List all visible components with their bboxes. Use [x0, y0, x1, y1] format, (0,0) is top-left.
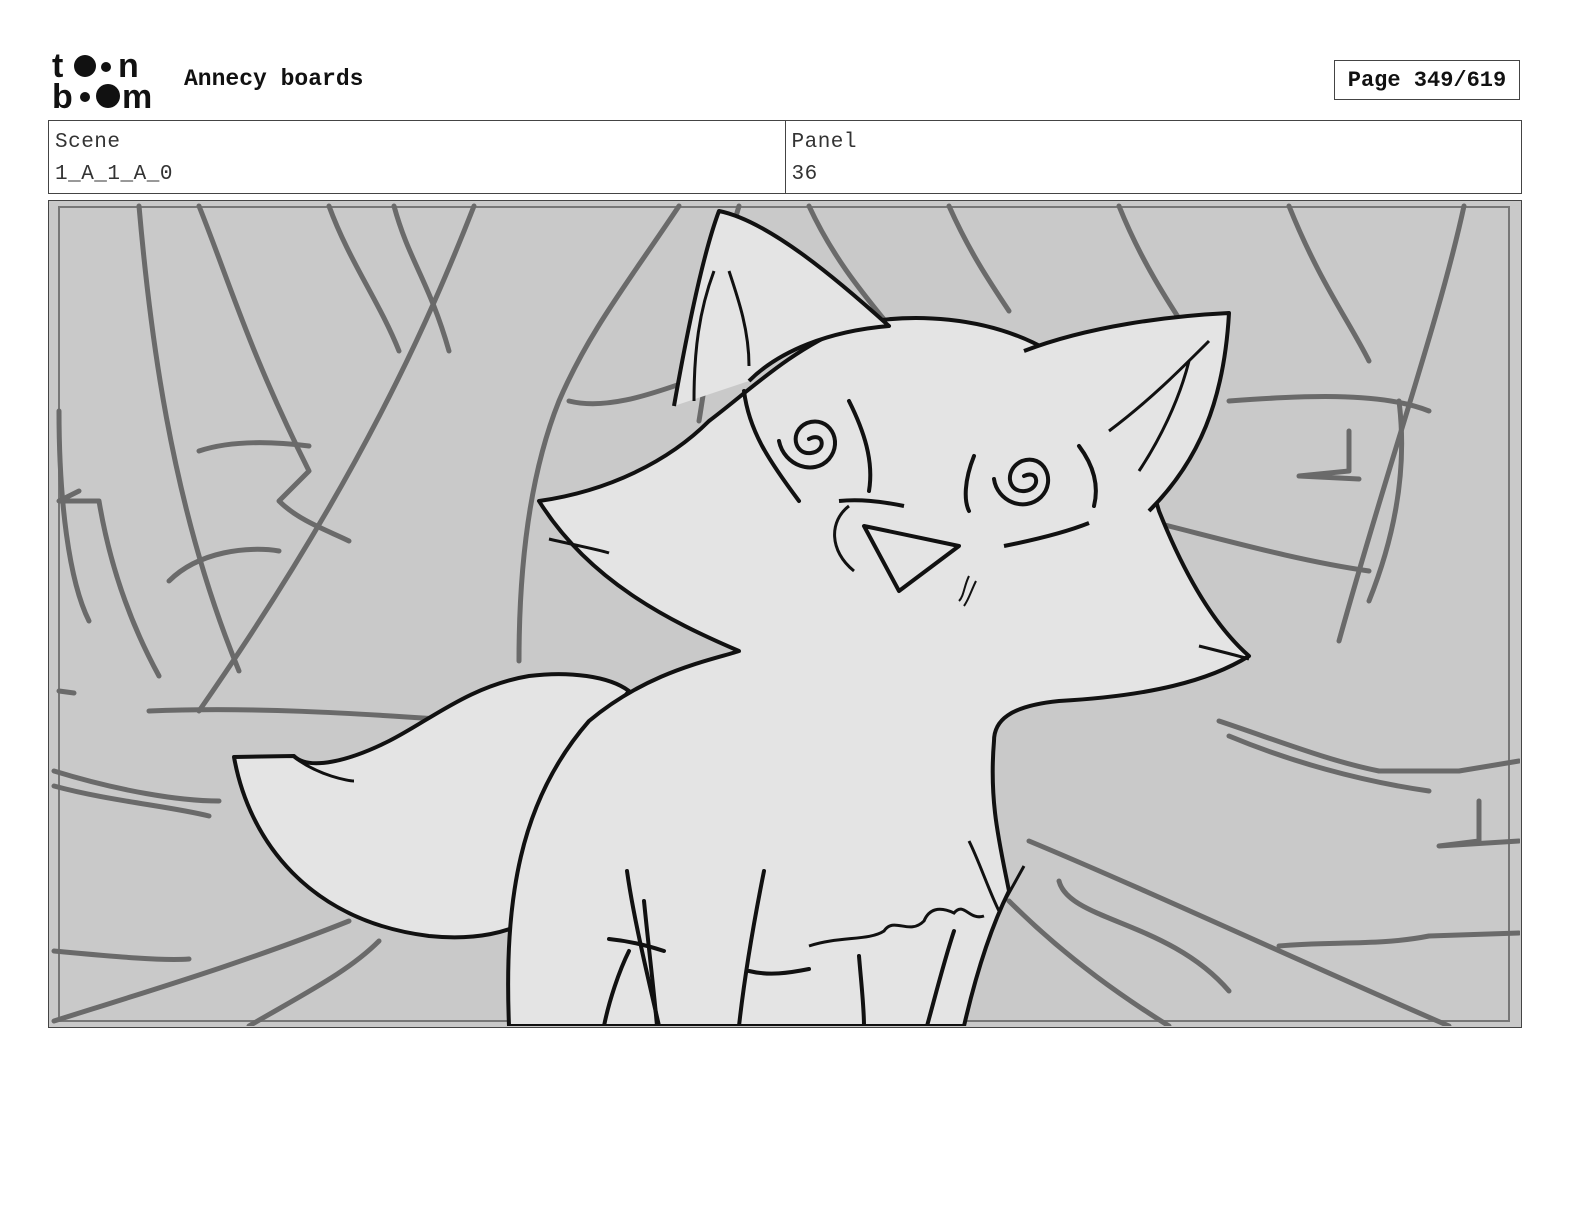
svg-text:b: b [52, 78, 73, 112]
panel-cell: Panel 36 [784, 121, 1522, 193]
scene-cell: Scene 1_A_1_A_0 [49, 121, 785, 193]
panel-value: 36 [791, 163, 818, 186]
page-indicator: Page 349/619 [1334, 60, 1520, 100]
storyboard-panel [48, 200, 1522, 1028]
scene-panel-table: Scene 1_A_1_A_0 Panel 36 [48, 120, 1522, 194]
fox-sketch-drawing [49, 201, 1520, 1026]
scene-label: Scene [55, 131, 121, 154]
document-title: Annecy boards [184, 66, 364, 92]
svg-text:m: m [122, 78, 152, 112]
panel-label: Panel [791, 131, 858, 154]
toonboom-logo: t n b m [52, 47, 164, 116]
scene-value: 1_A_1_A_0 [55, 163, 173, 186]
toonboom-logo-graphic: t n b m [52, 47, 152, 116]
